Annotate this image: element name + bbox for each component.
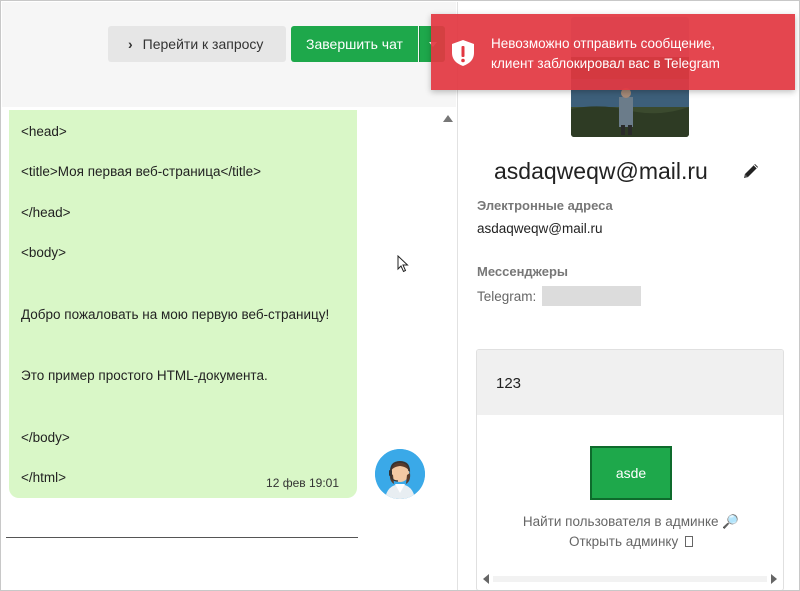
- horizontal-scrollbar[interactable]: [493, 576, 767, 582]
- chat-toolbar: › Перейти к запросу Завершить чат: [2, 2, 456, 107]
- toast-message-line: клиент заблокировал вас в Telegram: [491, 56, 720, 71]
- message-timestamp: 12 фев 19:01: [266, 476, 339, 490]
- find-user-link[interactable]: Найти пользователя в админке 🔎: [477, 514, 783, 530]
- message-line: <body>: [21, 245, 67, 260]
- app-window: › Перейти к запросу Завершить чат <head>…: [0, 0, 800, 591]
- goto-request-label: Перейти к запросу: [142, 36, 264, 52]
- message-line: </body>: [21, 430, 70, 445]
- telegram-value-redacted: [542, 286, 641, 306]
- shield-alert-icon: [449, 38, 477, 73]
- scroll-left-arrow[interactable]: [483, 574, 489, 584]
- messengers-section-label: Мессенджеры: [477, 264, 568, 279]
- emails-section-label: Электронные адреса: [477, 198, 613, 213]
- widget-header: 123: [477, 350, 783, 415]
- asde-button[interactable]: asde: [590, 446, 672, 500]
- chat-input-divider: [6, 537, 358, 538]
- email-value: asdaqweqw@mail.ru: [477, 221, 603, 236]
- finish-chat-label: Завершить чат: [306, 36, 403, 52]
- open-admin-label: Открыть админку: [568, 534, 679, 549]
- contact-name: asdaqweqw@mail.ru: [494, 158, 708, 184]
- message-bubble: <head> <title>Моя первая веб-страница</t…: [9, 110, 357, 498]
- pencil-icon[interactable]: [741, 161, 761, 186]
- contact-pane: asdaqweqw@mail.ru Электронные адреса asd…: [457, 2, 799, 590]
- telegram-label: Telegram:: [477, 289, 537, 304]
- finish-chat-button[interactable]: Завершить чат: [291, 26, 418, 62]
- message-line: <title>Моя первая веб-страница</title>: [21, 164, 261, 179]
- toast-message-line: Невозможно отправить сообщение,: [491, 36, 715, 51]
- message-line: <head>: [21, 124, 67, 139]
- widget-title: 123: [496, 375, 522, 392]
- goto-request-button[interactable]: › Перейти к запросу: [108, 26, 286, 62]
- scroll-right-arrow[interactable]: [771, 574, 777, 584]
- error-toast: Невозможно отправить сообщение, клиент з…: [431, 14, 795, 90]
- message-line: </head>: [21, 205, 71, 220]
- external-link-icon: [685, 536, 693, 547]
- widget-card: 123 asde Найти пользователя в админке 🔎 …: [476, 349, 784, 590]
- chevron-right-icon: ›: [128, 36, 133, 52]
- chat-pane: › Перейти к запросу Завершить чат <head>…: [2, 2, 456, 590]
- toast-message: Невозможно отправить сообщение, клиент з…: [491, 34, 720, 74]
- operator-avatar: [375, 449, 425, 499]
- message-line: </html>: [21, 470, 67, 485]
- message-line: Добро пожаловать на мою первую веб-стран…: [21, 307, 330, 322]
- scroll-up-arrow[interactable]: [443, 115, 453, 122]
- mouse-cursor-icon: [397, 254, 409, 278]
- message-line: Это пример простого HTML-документа.: [21, 368, 268, 383]
- open-admin-link[interactable]: Открыть админку: [477, 534, 783, 549]
